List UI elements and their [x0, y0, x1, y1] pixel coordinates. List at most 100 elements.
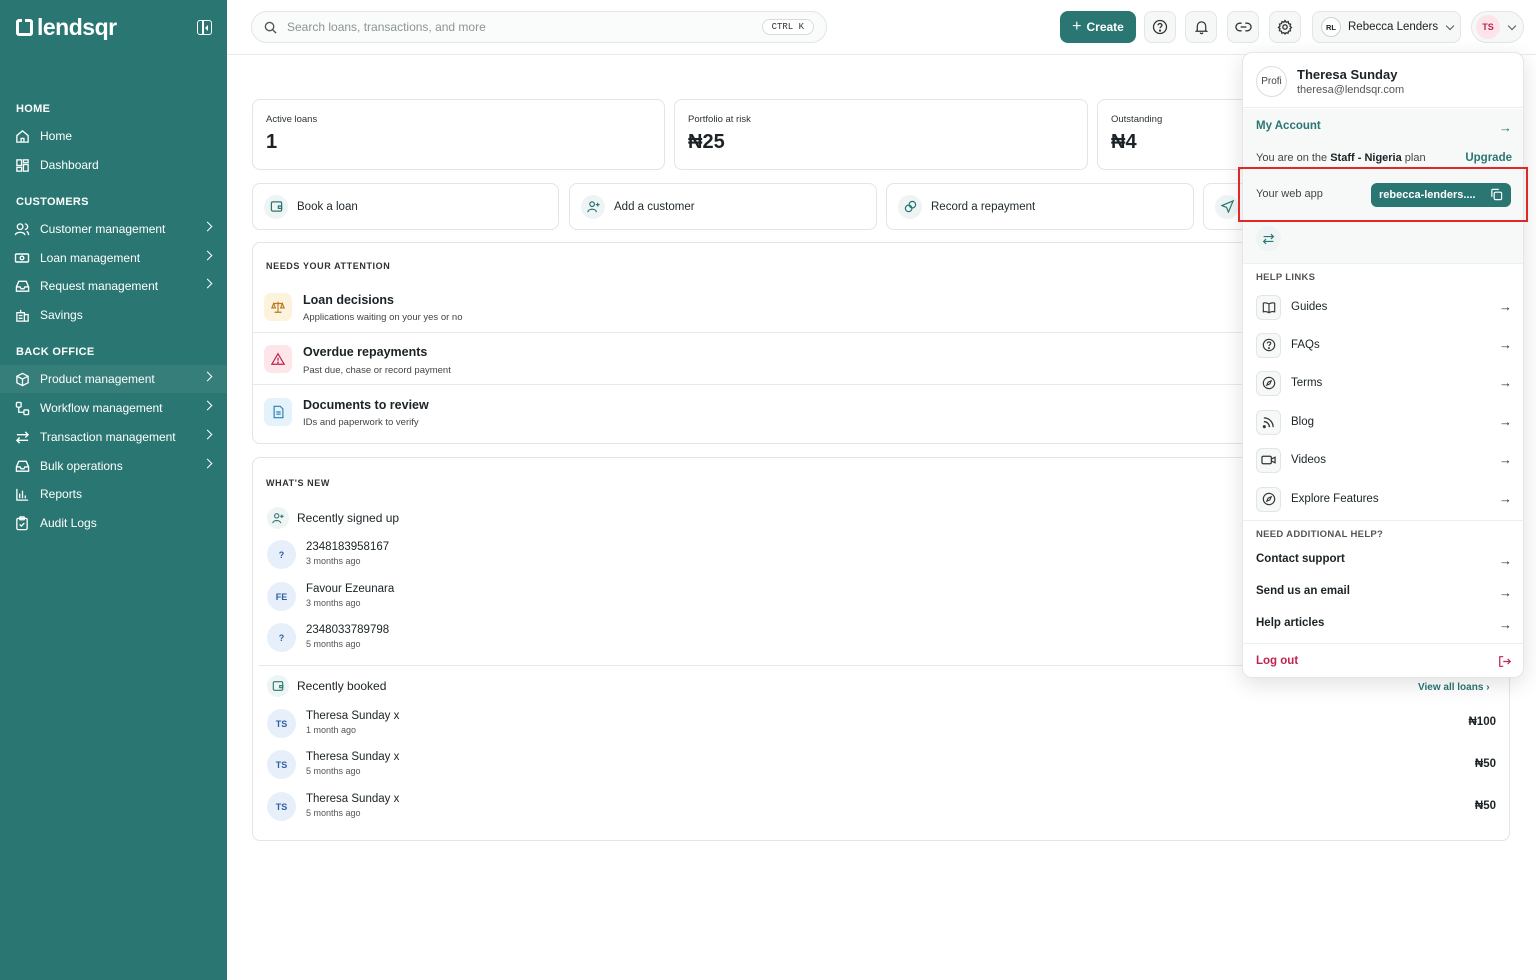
- user-name: Theresa Sunday: [1297, 67, 1398, 82]
- keyboard-shortcut-badge: CTRL K: [761, 19, 814, 35]
- guides-link[interactable]: Guides →: [1256, 293, 1512, 321]
- sidebar-item-reports[interactable]: Reports: [0, 480, 227, 508]
- timestamp: 1 month ago: [306, 725, 357, 735]
- sidebar-item-product-management[interactable]: Product management: [0, 365, 227, 393]
- customer-name: Theresa Sunday x: [306, 710, 400, 722]
- view-all-loans-link[interactable]: View all loans ›: [1418, 682, 1490, 693]
- highlight-box: [1238, 167, 1528, 222]
- sidebar-item-bulk-operations[interactable]: Bulk operations: [0, 452, 227, 480]
- settings-button[interactable]: [1269, 11, 1301, 43]
- user-menu-button[interactable]: TS: [1471, 11, 1524, 43]
- customer-name: Theresa Sunday x: [306, 751, 400, 763]
- user-email: theresa@lendsqr.com: [1297, 84, 1405, 96]
- lendsqr-logo[interactable]: lendsqr: [16, 14, 117, 41]
- link-coin-icon: [898, 194, 922, 219]
- organization-switcher[interactable]: RL Rebecca Lenders: [1312, 11, 1461, 43]
- sidebar-item-dashboard[interactable]: Dashboard: [0, 151, 227, 179]
- videos-link[interactable]: Videos →: [1256, 446, 1512, 474]
- attention-title: Overdue repayments: [303, 345, 428, 359]
- search-bar[interactable]: CTRL K: [251, 11, 827, 43]
- chevron-right-icon: [202, 400, 213, 411]
- upgrade-link[interactable]: Upgrade: [1465, 152, 1512, 164]
- org-avatar: RL: [1321, 17, 1341, 37]
- attention-item-loan-decisions[interactable]: Loan decisions Applications waiting on y…: [253, 281, 1243, 333]
- clipboard-check-icon: [14, 515, 30, 531]
- attention-subtitle: Applications waiting on your yes or no: [303, 312, 463, 323]
- stat-label: Outstanding: [1111, 114, 1163, 125]
- sidebar-item-transaction-management[interactable]: Transaction management: [0, 423, 227, 451]
- sidebar-item-label: Savings: [40, 308, 83, 322]
- my-account-link[interactable]: My Account →: [1256, 120, 1512, 135]
- wallet-icon: [267, 675, 289, 697]
- sidebar: lendsqr HOME Home Dashboard CUSTOMERS Cu…: [0, 0, 227, 980]
- stat-card-active-loans[interactable]: Active loans 1: [252, 99, 665, 170]
- sidebar-item-customer-management[interactable]: Customer management: [0, 215, 227, 243]
- compass-icon: [1256, 486, 1281, 512]
- sidebar-item-loan-management[interactable]: Loan management: [0, 244, 227, 272]
- sidebar-item-home[interactable]: Home: [0, 122, 227, 150]
- help-articles-link[interactable]: Help articles →: [1256, 617, 1512, 632]
- help-links-title: HELP LINKS: [1256, 272, 1316, 283]
- help-link-label: Guides: [1291, 301, 1328, 313]
- sidebar-item-label: Customer management: [40, 222, 166, 236]
- sidebar-item-request-management[interactable]: Request management: [0, 272, 227, 300]
- document-icon: [264, 398, 292, 426]
- book-loan-button[interactable]: Book a loan: [252, 183, 559, 230]
- chevron-right-icon: [202, 429, 213, 440]
- notifications-button[interactable]: [1185, 11, 1217, 43]
- stat-label: Active loans: [266, 114, 318, 125]
- piggy-bank-icon: [14, 307, 30, 323]
- logout-button[interactable]: Log out: [1256, 655, 1512, 667]
- recently-signed-up-header: Recently signed up: [267, 507, 399, 529]
- help-link-label: FAQs: [1291, 339, 1320, 351]
- question-circle-icon: [1256, 332, 1281, 358]
- add-customer-button[interactable]: Add a customer: [569, 183, 877, 230]
- arrow-right-icon: →: [1499, 585, 1512, 600]
- arrow-right-icon: →: [1499, 299, 1512, 314]
- compass-icon: [1256, 370, 1281, 396]
- attention-item-documents-to-review[interactable]: Documents to review IDs and paperwork to…: [253, 386, 1243, 438]
- workflow-icon: [14, 400, 30, 416]
- avatar: ?: [267, 540, 296, 569]
- attention-item-overdue-repayments[interactable]: Overdue repayments Past due, chase or re…: [253, 333, 1243, 385]
- link-button[interactable]: [1227, 11, 1259, 43]
- plan-info: You are on the Staff - Nigeria plan Upgr…: [1256, 152, 1512, 164]
- avatar: FE: [267, 582, 296, 611]
- loan-amount: ₦100: [1468, 716, 1497, 728]
- banknote-icon: [14, 250, 30, 266]
- faqs-link[interactable]: FAQs →: [1256, 331, 1512, 359]
- search-input[interactable]: [287, 20, 747, 34]
- house-icon: [14, 128, 30, 144]
- loan-amount: ₦50: [1474, 800, 1496, 812]
- switch-account-button[interactable]: [1256, 226, 1281, 251]
- sidebar-item-workflow-management[interactable]: Workflow management: [0, 394, 227, 422]
- quick-action-label: Add a customer: [614, 200, 695, 213]
- sidebar-item-savings[interactable]: Savings: [0, 301, 227, 329]
- contact-support-link[interactable]: Contact support →: [1256, 553, 1512, 568]
- create-button[interactable]: + Create: [1060, 11, 1136, 43]
- nav-section-customers: CUSTOMERS: [16, 196, 89, 208]
- help-button[interactable]: [1144, 11, 1176, 43]
- view-all-label: View all loans: [1418, 682, 1484, 693]
- link-label: Send us an email: [1256, 585, 1350, 597]
- customer-name: Theresa Sunday x: [306, 793, 400, 805]
- chevron-right-icon: [202, 221, 213, 232]
- plan-suffix: plan: [1401, 152, 1426, 164]
- scale-icon: [264, 293, 292, 321]
- profile-picture: Profi: [1256, 66, 1287, 97]
- chevron-down-icon: [1445, 21, 1455, 30]
- blog-link[interactable]: Blog →: [1256, 408, 1512, 436]
- chevron-right-icon: [202, 371, 213, 382]
- terms-link[interactable]: Terms →: [1256, 369, 1512, 397]
- explore-features-link[interactable]: Explore Features →: [1256, 485, 1512, 513]
- customer-name: 2348033789798: [306, 624, 390, 636]
- tray-icon: [14, 458, 30, 474]
- arrow-right-icon: →: [1499, 375, 1512, 390]
- stat-card-portfolio-at-risk[interactable]: Portfolio at risk ₦25: [674, 99, 1088, 170]
- sidebar-item-audit-logs[interactable]: Audit Logs: [0, 509, 227, 537]
- record-repayment-button[interactable]: Record a repayment: [886, 183, 1194, 230]
- arrow-right-icon: →: [1499, 120, 1512, 135]
- customer-name: Favour Ezeunara: [306, 583, 395, 595]
- collapse-sidebar-icon[interactable]: [197, 20, 212, 35]
- send-email-link[interactable]: Send us an email →: [1256, 585, 1512, 600]
